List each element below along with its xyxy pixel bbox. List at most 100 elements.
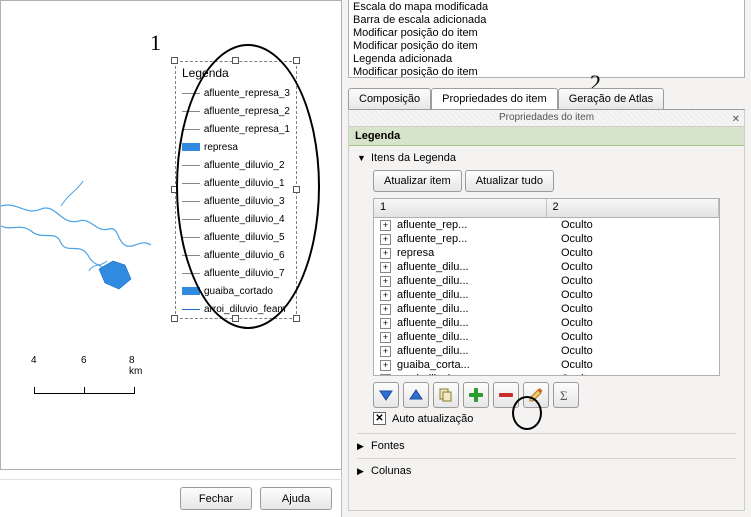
- atualizar-tudo-button[interactable]: Atualizar tudo: [465, 170, 554, 192]
- tab-composicao[interactable]: Composição: [348, 88, 431, 109]
- tree-cell-visibility: Oculto: [557, 345, 717, 357]
- tree-col-1[interactable]: 1: [374, 199, 547, 217]
- expand-icon[interactable]: +: [380, 262, 391, 273]
- tree-cell-visibility: Oculto: [557, 261, 717, 273]
- close-button[interactable]: Fechar: [180, 487, 252, 510]
- edit-item-button[interactable]: [523, 382, 549, 408]
- tree-row[interactable]: +afluente_dilu...Oculto: [374, 260, 719, 274]
- legend-item-toolbar: Σ: [373, 382, 736, 408]
- add-item-button[interactable]: [463, 382, 489, 408]
- tree-row[interactable]: +arroi_diluvio_...Oculto: [374, 372, 719, 376]
- auto-update-checkbox-row[interactable]: ✕ Auto atualização: [373, 412, 736, 425]
- legend-entry-label: afluente_represa_1: [204, 124, 290, 135]
- tree-row[interactable]: +guaiba_corta...Oculto: [374, 358, 719, 372]
- expand-icon[interactable]: +: [380, 374, 391, 377]
- help-button[interactable]: Ajuda: [260, 487, 332, 510]
- move-up-button[interactable]: [403, 382, 429, 408]
- atualizar-item-button[interactable]: Atualizar item: [373, 170, 462, 192]
- properties-scroll-area[interactable]: Legenda ▼ Itens da Legenda Atualizar ite…: [348, 127, 745, 511]
- legend-swatch-line: [182, 183, 200, 184]
- tree-cell-visibility: Oculto: [557, 317, 717, 329]
- tree-row[interactable]: +afluente_dilu...Oculto: [374, 330, 719, 344]
- auto-update-checkbox[interactable]: ✕: [373, 412, 386, 425]
- tab-geracao-de-atlas[interactable]: Geração de Atlas: [558, 88, 664, 109]
- legend-swatch-line: [182, 93, 200, 94]
- tree-cell-visibility: Oculto: [557, 247, 717, 259]
- canvas-legend-entry: afluente_diluvio_2: [182, 156, 290, 174]
- tree-header[interactable]: 1 2: [373, 198, 720, 218]
- tree-cell-name: afluente_dilu...: [393, 289, 557, 301]
- canvas-frame[interactable]: 4 6 8 km Legenda afluente_represa_3aflue…: [0, 0, 342, 470]
- tree-row[interactable]: +afluente_rep...Oculto: [374, 232, 719, 246]
- tree-row[interactable]: +afluente_dilu...Oculto: [374, 344, 719, 358]
- tree-row[interactable]: +afluente_dilu...Oculto: [374, 316, 719, 330]
- dialog-bottom-bar: Fechar Ajuda: [0, 479, 342, 517]
- composer-canvas-area: 4 6 8 km Legenda afluente_represa_3aflue…: [0, 0, 342, 517]
- history-entry[interactable]: Modificar posição do item: [353, 27, 740, 40]
- tree-cell-name: represa: [393, 247, 557, 259]
- expand-icon[interactable]: +: [380, 234, 391, 245]
- properties-dock-title-label: Propriedades do item: [499, 112, 594, 123]
- scale-tick-6: 6: [81, 355, 87, 366]
- tab-propriedades-do-item[interactable]: Propriedades do item: [431, 88, 558, 109]
- expand-icon[interactable]: +: [380, 304, 391, 315]
- itens-da-legenda-label: Itens da Legenda: [371, 152, 456, 164]
- disclosure-colunas[interactable]: ▶ Colunas: [357, 458, 736, 479]
- selection-handle[interactable]: [171, 57, 178, 64]
- property-tabs: Composição Propriedades do item Geração …: [348, 88, 745, 109]
- canvas-legend-item[interactable]: Legenda afluente_represa_3afluente_repre…: [175, 61, 297, 319]
- tree-cell-name: afluente_dilu...: [393, 303, 557, 315]
- remove-item-button[interactable]: [493, 382, 519, 408]
- expand-icon[interactable]: +: [380, 346, 391, 357]
- expand-icon[interactable]: +: [380, 220, 391, 231]
- tree-row[interactable]: +afluente_dilu...Oculto: [374, 288, 719, 302]
- selection-handle[interactable]: [232, 315, 239, 322]
- selection-handle[interactable]: [293, 315, 300, 322]
- selection-handle[interactable]: [293, 57, 300, 64]
- tree-cell-visibility: Oculto: [557, 331, 717, 343]
- tree-row[interactable]: +afluente_dilu...Oculto: [374, 274, 719, 288]
- legend-entry-label: represa: [204, 142, 238, 153]
- expand-icon[interactable]: +: [380, 276, 391, 287]
- legend-items-tree[interactable]: 1 2 +afluente_rep...Oculto+afluente_rep.…: [373, 198, 720, 376]
- move-down-button[interactable]: [373, 382, 399, 408]
- history-entry[interactable]: Modificar posição do item: [353, 66, 740, 78]
- disclosure-itens-da-legenda[interactable]: ▼ Itens da Legenda: [357, 150, 736, 166]
- dock-close-icon[interactable]: ✕: [732, 112, 740, 128]
- tree-row[interactable]: +afluente_rep...Oculto: [374, 218, 719, 232]
- canvas-legend-entry: afluente_represa_2: [182, 102, 290, 120]
- legend-swatch-line: [182, 129, 200, 130]
- legend-swatch-line: [182, 219, 200, 220]
- selection-handle[interactable]: [171, 315, 178, 322]
- legend-swatch-line: [182, 237, 200, 238]
- expand-icon[interactable]: +: [380, 290, 391, 301]
- tree-row[interactable]: +afluente_dilu...Oculto: [374, 302, 719, 316]
- tree-cell-visibility: Oculto: [557, 373, 717, 376]
- expand-icon[interactable]: +: [380, 318, 391, 329]
- expand-icon[interactable]: +: [380, 248, 391, 259]
- legend-entry-label: afluente_diluvio_4: [204, 214, 285, 225]
- canvas-legend-title: Legenda: [182, 66, 290, 80]
- legend-swatch-rect: [182, 143, 200, 151]
- selection-handle[interactable]: [293, 186, 300, 193]
- expand-icon[interactable]: +: [380, 332, 391, 343]
- selection-handle[interactable]: [232, 57, 239, 64]
- undo-history-list[interactable]: Escala do mapa modificadaBarra de escala…: [348, 0, 745, 78]
- tree-row[interactable]: +represaOculto: [374, 246, 719, 260]
- tree-cell-name: afluente_rep...: [393, 233, 557, 245]
- add-group-button[interactable]: [433, 382, 459, 408]
- scale-tick-8km: 8 km: [129, 355, 142, 377]
- fontes-label: Fontes: [371, 440, 405, 452]
- legend-swatch-line: [182, 201, 200, 202]
- history-entry[interactable]: Barra de escala adicionada: [353, 14, 740, 27]
- history-entry[interactable]: Legenda adicionada: [353, 53, 740, 66]
- count-features-button[interactable]: Σ: [553, 382, 579, 408]
- legend-entry-label: guaiba_cortado: [204, 286, 273, 297]
- expand-icon[interactable]: +: [380, 360, 391, 371]
- tree-col-2[interactable]: 2: [547, 199, 720, 217]
- disclosure-fontes[interactable]: ▶ Fontes: [357, 433, 736, 454]
- history-entry[interactable]: Escala do mapa modificada: [353, 1, 740, 14]
- history-entry[interactable]: Modificar posição do item: [353, 40, 740, 53]
- selection-handle[interactable]: [171, 186, 178, 193]
- canvas-legend-entry: afluente_diluvio_1: [182, 174, 290, 192]
